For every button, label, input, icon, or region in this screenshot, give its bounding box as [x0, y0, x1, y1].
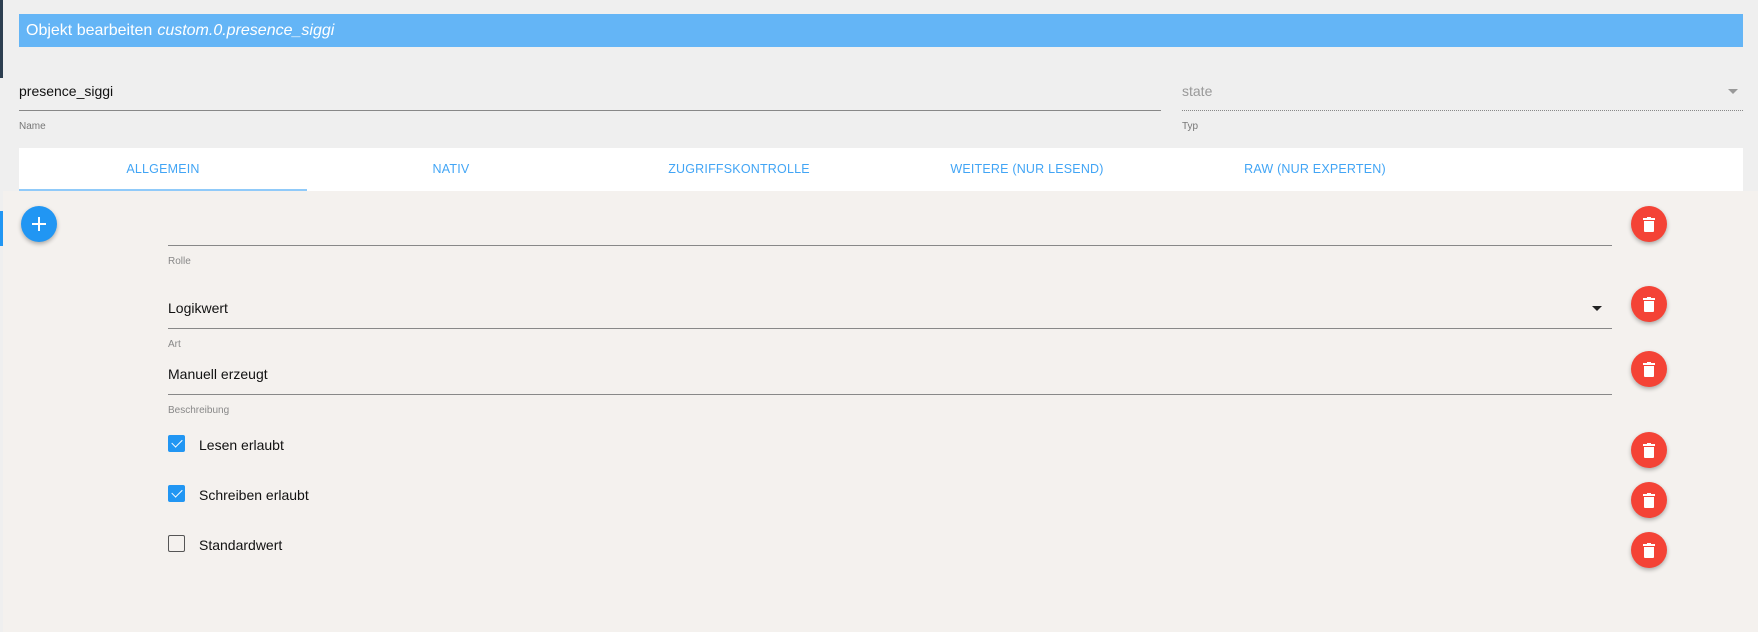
lesen-erlaubt-label: Lesen erlaubt: [199, 437, 284, 453]
rolle-field[interactable]: Rolle: [168, 225, 1612, 267]
delete-schreiben-button[interactable]: [1631, 482, 1667, 518]
name-field-underline: [19, 110, 1161, 111]
caret-down-icon[interactable]: [1592, 305, 1602, 311]
tab-weitere[interactable]: WEITERE (NUR LESEND): [883, 148, 1171, 191]
art-label: Art: [168, 339, 181, 350]
delete-beschreibung-button[interactable]: [1631, 351, 1667, 387]
tab-bar: ALLGEMEIN NATIV ZUGRIFFSKONTROLLE WEITER…: [19, 148, 1743, 191]
caret-down-icon[interactable]: [1728, 88, 1738, 94]
beschreibung-underline: [168, 394, 1612, 395]
art-select[interactable]: Logikwert Art: [168, 298, 1612, 350]
type-select-underline: [1182, 110, 1743, 111]
rolle-underline: [168, 245, 1612, 246]
trash-icon: [1643, 296, 1655, 312]
schreiben-erlaubt-label: Schreiben erlaubt: [199, 487, 309, 503]
lesen-erlaubt-row[interactable]: Lesen erlaubt: [168, 433, 284, 453]
standardwert-row[interactable]: Standardwert: [168, 533, 282, 553]
tab-nativ[interactable]: NATIV: [307, 148, 595, 191]
name-field-label: Name: [19, 121, 46, 132]
delete-rolle-button[interactable]: [1631, 206, 1667, 242]
plus-icon: [32, 217, 46, 231]
add-attribute-button[interactable]: [21, 206, 57, 242]
dialog-title-prefix: Objekt bearbeiten: [26, 21, 153, 39]
beschreibung-label: Beschreibung: [168, 405, 230, 416]
tab-raw[interactable]: RAW (NUR EXPERTEN): [1171, 148, 1459, 191]
art-select-text: Logikwert: [168, 300, 228, 316]
trash-icon: [1643, 361, 1655, 377]
standardwert-checkbox[interactable]: [168, 534, 185, 552]
name-field-value[interactable]: presence_siggi: [19, 80, 1161, 102]
tab-allgemein[interactable]: ALLGEMEIN: [19, 148, 307, 191]
art-underline: [168, 328, 1612, 329]
schreiben-erlaubt-checkbox[interactable]: [168, 484, 185, 502]
trash-icon: [1643, 492, 1655, 508]
delete-lesen-button[interactable]: [1631, 432, 1667, 468]
edit-object-dialog: Objekt bearbeiten custom.0.presence_sigg…: [0, 0, 1758, 632]
checkmark-icon: [170, 435, 183, 448]
type-select-value[interactable]: state: [1182, 80, 1743, 102]
rolle-value[interactable]: [168, 225, 1612, 245]
type-select-text: state: [1182, 83, 1213, 99]
dialog-title: Objekt bearbeiten custom.0.presence_sigg…: [19, 14, 1743, 47]
delete-art-button[interactable]: [1631, 286, 1667, 322]
standardwert-label: Standardwert: [199, 537, 283, 553]
lesen-erlaubt-checkbox[interactable]: [168, 434, 185, 452]
rolle-label: Rolle: [168, 256, 191, 267]
trash-icon: [1643, 442, 1655, 458]
beschreibung-value[interactable]: Manuell erzeugt: [168, 364, 1612, 384]
schreiben-erlaubt-row[interactable]: Schreiben erlaubt: [168, 483, 309, 503]
beschreibung-field[interactable]: Manuell erzeugt Beschreibung: [168, 364, 1612, 416]
tab-zugriffskontrolle[interactable]: ZUGRIFFSKONTROLLE: [595, 148, 883, 191]
checkmark-icon: [170, 485, 183, 498]
delete-standardwert-button[interactable]: [1631, 532, 1667, 568]
dialog-title-object-id: custom.0.presence_siggi: [157, 21, 335, 39]
type-select[interactable]: state Typ: [1182, 80, 1743, 132]
name-field[interactable]: presence_siggi Name: [19, 80, 1161, 132]
type-select-label: Typ: [1182, 121, 1199, 132]
trash-icon: [1643, 216, 1655, 232]
trash-icon: [1643, 542, 1655, 558]
art-select-value[interactable]: Logikwert: [168, 298, 1612, 318]
left-edge-strip: [0, 0, 3, 78]
